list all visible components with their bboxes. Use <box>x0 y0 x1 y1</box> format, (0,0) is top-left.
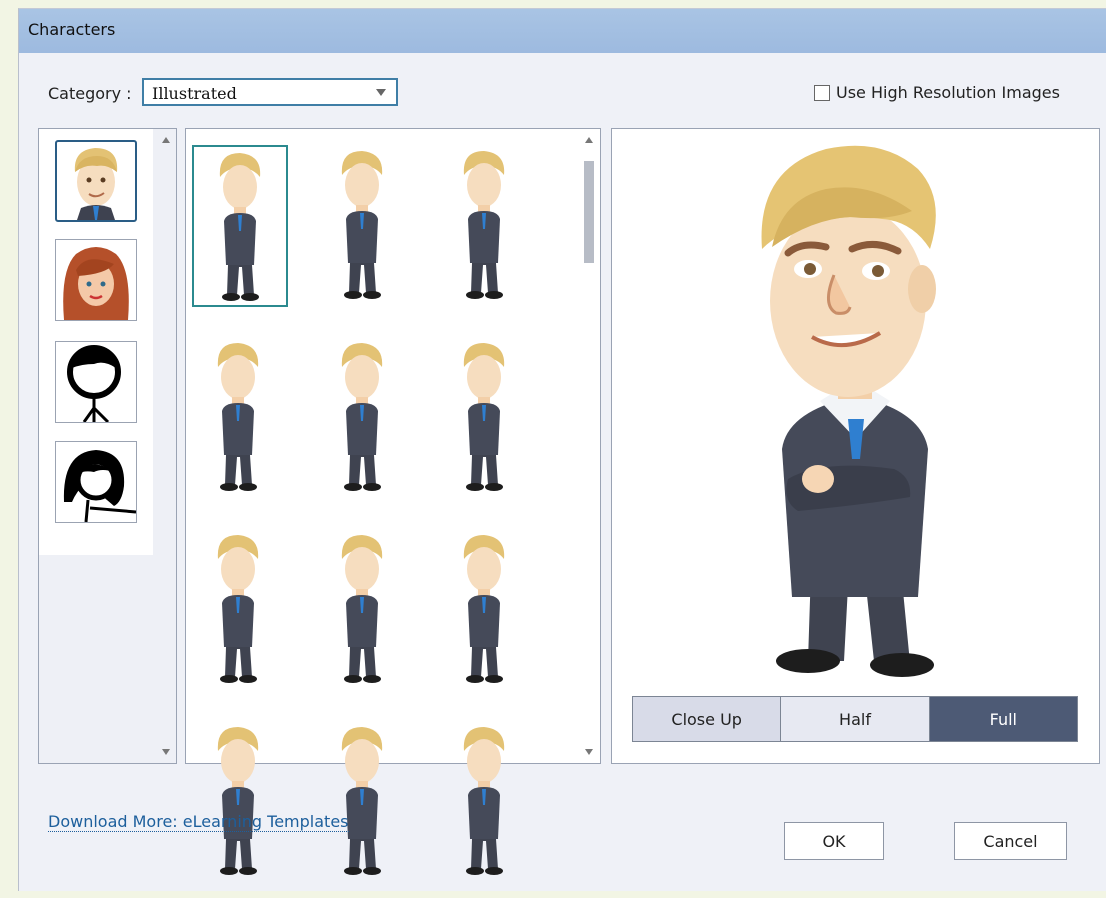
window-title: Characters <box>28 20 116 39</box>
download-more-link[interactable]: Download More: eLearning Templates <box>48 812 349 832</box>
pose-grid <box>185 128 601 875</box>
pose-thumbnail[interactable] <box>438 721 534 883</box>
close-up-button[interactable]: Close Up <box>633 697 782 741</box>
pose-image <box>217 727 259 875</box>
businessman-thumb-image <box>74 148 118 220</box>
category-label: Category : <box>48 84 132 103</box>
pose-image <box>463 343 505 491</box>
characters-dialog: Characters Category : Illustrated Use Hi… <box>18 8 1106 891</box>
category-dropdown[interactable]: Illustrated <box>142 78 398 106</box>
pose-image <box>463 151 505 299</box>
pose-thumbnail[interactable] <box>316 337 412 499</box>
pose-image <box>217 535 259 683</box>
pose-thumbnail[interactable] <box>192 145 288 307</box>
pose-image <box>341 535 383 683</box>
stick-man-thumb-image <box>67 345 121 422</box>
stick-woman-thumb-image <box>63 450 136 522</box>
cancel-button[interactable]: Cancel <box>954 822 1067 860</box>
pose-image <box>217 343 259 491</box>
pose-image <box>341 151 383 299</box>
pose-thumbnail[interactable] <box>192 337 288 499</box>
title-bar: Characters <box>19 9 1106 53</box>
pose-thumbnail[interactable] <box>438 145 534 307</box>
character-preview <box>611 128 1100 764</box>
pose-grid-scrollbar[interactable] <box>581 131 597 761</box>
character-thumb-redhead[interactable] <box>55 239 137 321</box>
character-thumb-stick-woman[interactable] <box>55 441 137 523</box>
scroll-down-icon[interactable] <box>162 749 170 755</box>
scroll-down-icon[interactable] <box>585 749 593 755</box>
scrollbar-thumb[interactable] <box>584 161 594 263</box>
character-list <box>38 128 177 764</box>
pose-thumbnail[interactable] <box>316 529 412 691</box>
pose-thumbnail[interactable] <box>438 337 534 499</box>
pose-thumbnail[interactable] <box>192 721 288 883</box>
pose-thumbnail[interactable] <box>316 721 412 883</box>
character-thumb-businessman[interactable] <box>55 140 137 222</box>
pose-image <box>463 535 505 683</box>
character-list-scrollbar[interactable] <box>158 131 174 761</box>
pose-image <box>341 727 383 875</box>
pose-image <box>341 343 383 491</box>
pose-thumbnail[interactable] <box>438 529 534 691</box>
chevron-down-icon <box>376 89 386 96</box>
full-button[interactable]: Full <box>929 697 1077 741</box>
checkbox-box[interactable] <box>814 85 830 101</box>
pose-thumbnail[interactable] <box>316 145 412 307</box>
pose-thumbnail[interactable] <box>192 529 288 691</box>
preview-character-image <box>761 145 936 677</box>
scroll-up-icon[interactable] <box>162 137 170 143</box>
category-value: Illustrated <box>152 84 237 103</box>
redhead-thumb-image <box>63 247 129 320</box>
pose-image <box>219 153 261 301</box>
character-thumb-stick-man[interactable] <box>55 341 137 423</box>
scroll-up-icon[interactable] <box>585 137 593 143</box>
half-button[interactable]: Half <box>781 697 930 741</box>
ok-button[interactable]: OK <box>784 822 884 860</box>
view-mode-selector: Close Up Half Full <box>632 696 1078 742</box>
high-resolution-label: Use High Resolution Images <box>836 83 1060 102</box>
pose-image <box>463 727 505 875</box>
